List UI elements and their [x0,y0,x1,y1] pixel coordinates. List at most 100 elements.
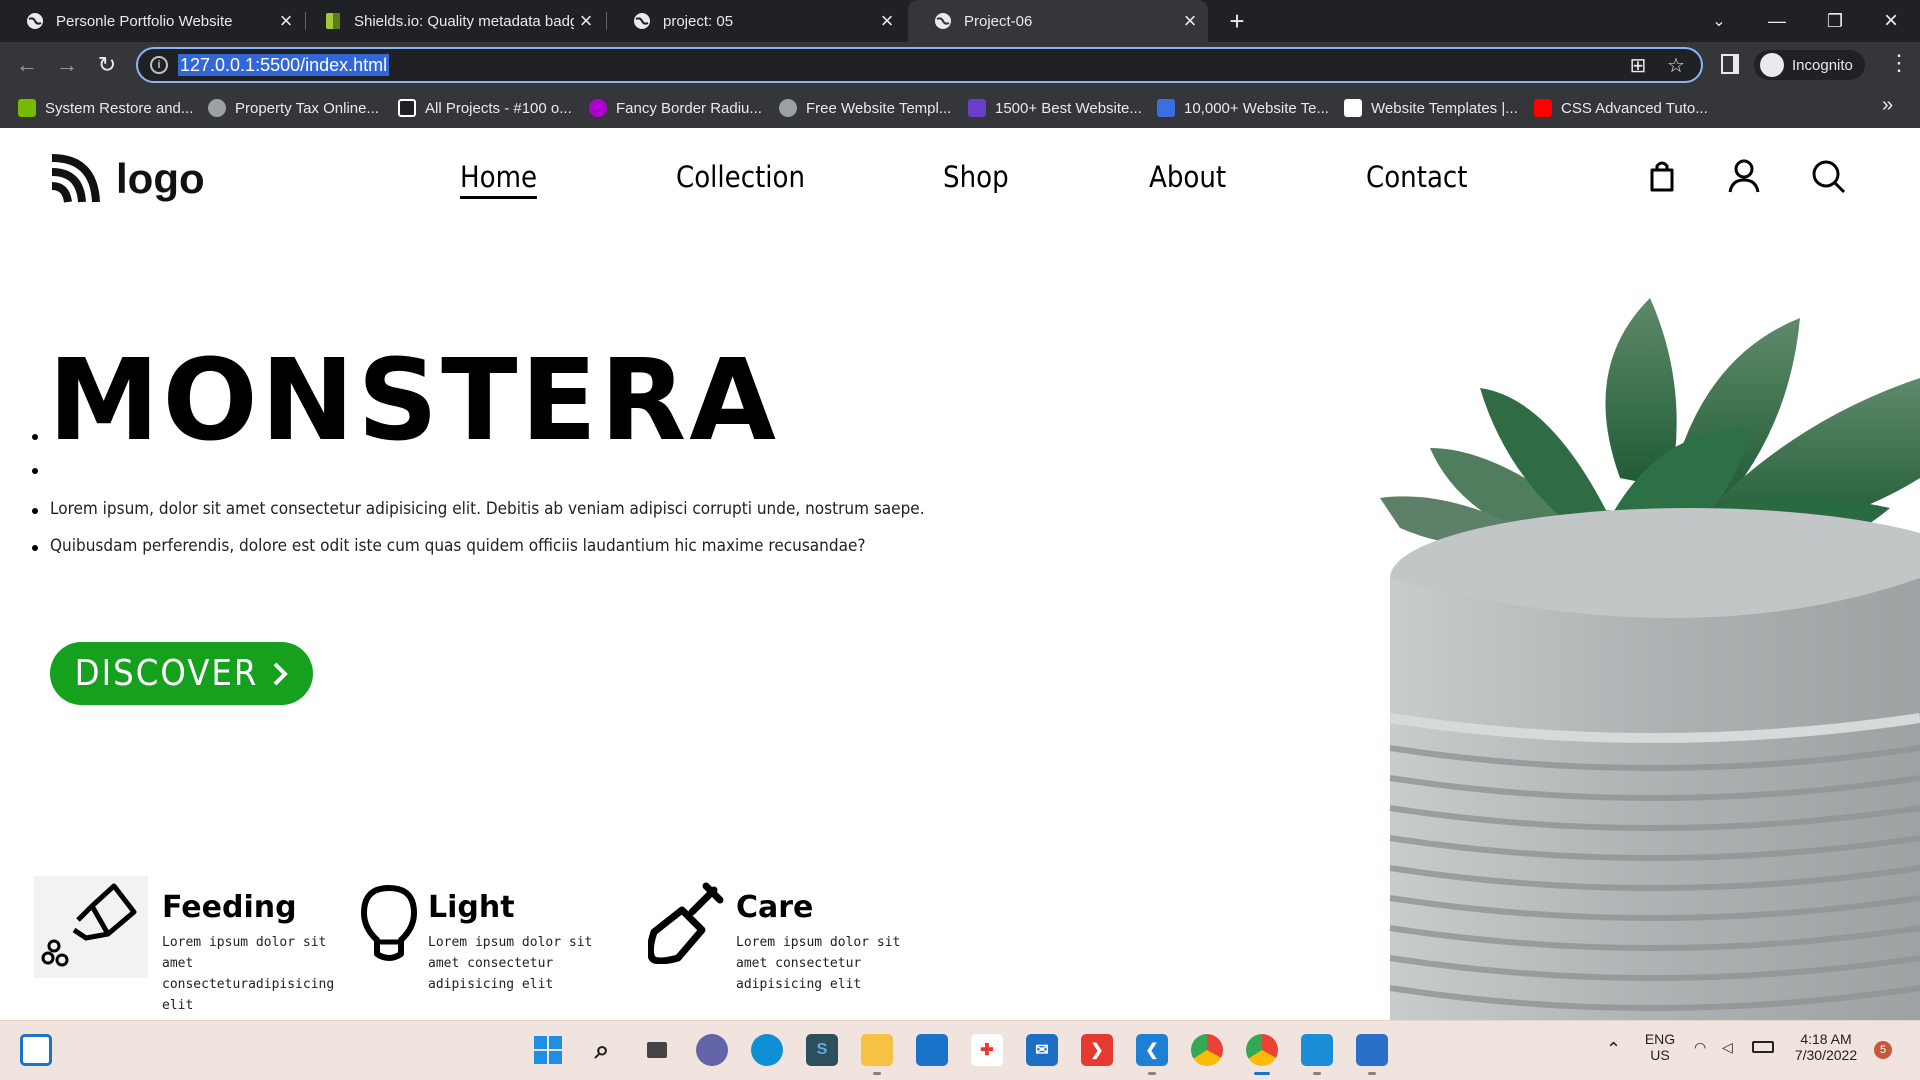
incognito-badge[interactable]: Incognito [1754,50,1865,80]
more-bookmarks-icon[interactable]: » [1882,94,1893,117]
language-indicator[interactable]: ENG US [1642,1031,1678,1063]
notification-badge[interactable]: 5 [1874,1041,1892,1059]
volume-icon[interactable]: ◁ [1722,1039,1733,1056]
nav-contact[interactable]: Contact [1366,160,1468,194]
user-icon[interactable] [1724,156,1764,196]
start-button[interactable] [532,1034,564,1066]
tab-title: Project-06 [964,12,1033,30]
site-logo[interactable]: logo [48,152,205,206]
teams-chat-icon[interactable] [696,1034,728,1066]
n-icon [1157,99,1175,117]
codepen-icon [398,99,416,117]
close-icon[interactable]: × [574,8,598,34]
site-info-icon[interactable]: i [150,56,168,74]
bookmark-item[interactable]: System Restore and... [18,96,193,120]
bookmark-label: System Restore and... [45,99,194,117]
globe-icon [27,13,43,29]
edge-icon[interactable] [751,1034,783,1066]
vscode-icon[interactable]: ❮ [1136,1034,1168,1066]
bookmark-item[interactable]: All Projects - #100 o... [398,96,572,120]
clock[interactable]: 4:18 AM 7/30/2022 [1786,1031,1866,1063]
running-indicator [1368,1072,1376,1075]
bookmark-item[interactable]: Fancy Border Radiu... [589,96,762,120]
forward-button[interactable]: → [50,48,84,82]
clock-time: 4:18 AM [1800,1031,1852,1047]
discover-button[interactable]: DISCOVER [50,642,313,705]
wifi-icon[interactable]: ◠ [1694,1039,1706,1056]
minimize-button[interactable]: — [1748,0,1806,42]
address-url[interactable]: 127.0.0.1:5500/index.html [178,54,390,76]
shopping-bag-icon[interactable] [1642,156,1682,196]
menu-icon[interactable]: ⋮ [1888,50,1910,76]
globe-icon [208,99,226,117]
browser-tab-active[interactable]: Project-06 × [908,0,1208,42]
hero-title: MONSTERA [48,336,779,466]
feature-title: Care [736,890,814,925]
nav-collection[interactable]: Collection [676,160,805,194]
nav-shop[interactable]: Shop [943,160,1009,194]
widgets-icon[interactable] [20,1034,52,1066]
close-window-button[interactable]: × [1862,0,1920,42]
globe-icon [779,99,797,117]
chrome-profile-icon[interactable] [1246,1034,1278,1066]
store-icon[interactable] [916,1034,948,1066]
gift-icon[interactable]: ✚ [971,1034,1003,1066]
back-button[interactable]: ← [10,48,44,82]
hero-description-line-1: Lorem ipsum, dolor sit amet consectetur … [50,499,925,519]
watering-can-icon [34,876,148,978]
nav-home[interactable]: Home [460,160,538,199]
qr-code-icon[interactable]: ⊞ [1626,54,1650,78]
bookmark-item[interactable]: Free Website Templ... [779,96,951,120]
bookmark-item[interactable]: Website Templates |... [1344,96,1518,120]
chrome-icon[interactable] [1191,1034,1223,1066]
browser-tab[interactable]: Personle Portfolio Website × [0,0,304,42]
tab-title: Personle Portfolio Website [56,12,233,30]
new-tab-button[interactable]: + [1222,6,1252,36]
bookmarks-bar: System Restore and... Property Tax Onlin… [0,88,1920,128]
wix-icon [1344,99,1362,117]
tab-search-button[interactable]: ⌄ [1690,0,1748,42]
nav-about[interactable]: About [1149,160,1226,194]
close-icon[interactable]: × [274,8,298,34]
globe-icon [634,13,650,29]
feature-text: Lorem ipsum dolor sit amet consecteturad… [162,935,335,1013]
bookmark-star-icon[interactable]: ☆ [1664,54,1688,78]
file-explorer-icon[interactable] [861,1034,893,1066]
list-bullet [32,434,38,440]
reload-button[interactable]: ↻ [90,48,124,82]
logo-text: logo [116,155,205,202]
close-icon[interactable]: × [875,8,899,34]
feature-text: Lorem ipsum dolor sit amet consectetur a… [428,935,593,992]
feature-text: Lorem ipsum dolor sit amet consectetur a… [736,935,901,992]
browser-tab[interactable]: Shields.io: Quality metadata badg × [306,0,604,42]
battery-icon[interactable] [1752,1041,1774,1053]
bookmark-label: 1500+ Best Website... [995,99,1142,117]
running-indicator [873,1072,881,1075]
windows-logo-icon [534,1036,562,1064]
bookmark-item[interactable]: 10,000+ Website Te... [1157,96,1329,120]
git-icon[interactable]: ❯ [1081,1034,1113,1066]
sublime-icon[interactable]: S [806,1034,838,1066]
search-icon[interactable]: ⌕ [586,1034,618,1066]
bookmark-item[interactable]: CSS Advanced Tuto... [1534,96,1708,120]
side-panel-icon[interactable] [1721,54,1739,74]
bookmark-label: All Projects - #100 o... [425,99,572,117]
close-icon[interactable]: × [1178,8,1202,34]
browser-tab[interactable]: project: 05 × [607,0,905,42]
globe-icon [935,13,951,29]
bookmark-item[interactable]: 1500+ Best Website... [968,96,1142,120]
feature-title: Light [428,890,515,925]
search-icon[interactable] [1808,156,1848,196]
notepad-icon[interactable] [1301,1034,1333,1066]
browser-toolbar: ← → ↻ i 127.0.0.1:5500/index.html ⊞ ☆ In… [0,42,1920,88]
restore-button[interactable]: ❐ [1806,0,1864,42]
tab-title: Shields.io: Quality metadata badg [354,12,574,30]
address-bar[interactable]: i 127.0.0.1:5500/index.html ⊞ ☆ [136,47,1703,83]
mail-icon[interactable]: ✉ [1026,1034,1058,1066]
photos-icon[interactable] [1356,1034,1388,1066]
bookmark-item[interactable]: Property Tax Online... [208,96,379,120]
bookmark-label: Property Tax Online... [235,99,379,117]
task-view-icon[interactable] [641,1034,673,1066]
tray-overflow-icon[interactable]: ⌃ [1606,1039,1621,1060]
list-bullet [32,545,38,551]
